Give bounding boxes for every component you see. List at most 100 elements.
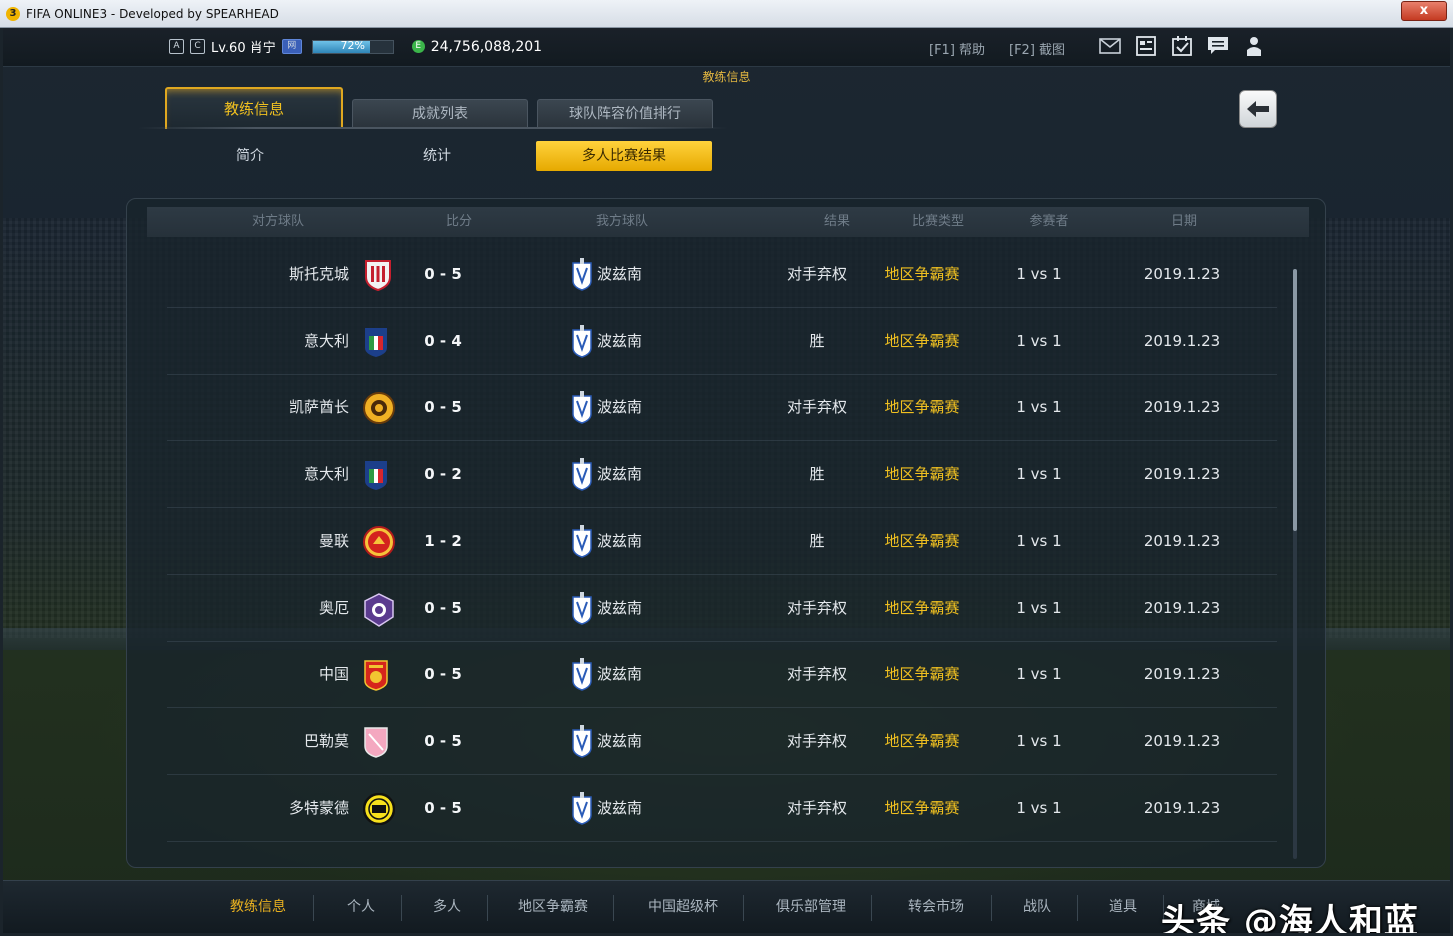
nav-separator [313, 895, 314, 921]
match-participants: 1 vs 1 [1016, 331, 1062, 350]
page-caption: 教练信息 [702, 70, 751, 84]
tab-achievements[interactable]: 成就列表 [352, 99, 528, 128]
match-type: 地区争霸赛 [884, 398, 960, 417]
nav-item[interactable]: 多人 [407, 881, 487, 933]
my-team-name: 波兹南 [597, 265, 643, 283]
subtab-intro[interactable]: 简介 [163, 141, 337, 171]
app-logo-icon: 3 [6, 6, 20, 21]
opponent-team-name: 曼联 [318, 531, 349, 550]
nav-separator [401, 895, 402, 921]
screenshot-link[interactable]: [F2] 截图 [1009, 39, 1065, 58]
tab-coach-info[interactable]: 教练信息 [165, 87, 343, 129]
match-score: 0 - 2 [424, 465, 462, 484]
results-scrollbar[interactable] [1293, 269, 1297, 859]
match-participants: 1 vs 1 [1016, 531, 1062, 550]
match-date: 2019.1.23 [1143, 331, 1221, 350]
xp-label: 72% [340, 38, 365, 52]
table-row[interactable]: 意大利 0 - 4 波兹南 胜 地区争霸赛 1 vs 1 2019.1.23 [167, 308, 1277, 375]
scrollbar-thumb[interactable] [1293, 269, 1297, 531]
nav-separator [991, 895, 992, 921]
nav-item[interactable]: 转会市场 [881, 881, 991, 933]
nav-separator [487, 895, 488, 921]
match-score: 0 - 5 [424, 598, 462, 617]
user-icon[interactable] [1243, 36, 1265, 56]
table-row[interactable]: 多特蒙德 0 - 5 波兹南 对手弃权 地区争霸赛 1 vs 1 2019.1.… [167, 775, 1277, 842]
match-result: 对手弃权 [786, 398, 847, 417]
table-row[interactable]: 凯萨酋长 0 - 5 波兹南 对手弃权 地区争霸赛 1 vs 1 2019.1.… [167, 374, 1277, 442]
opponent-crest-icon [363, 525, 395, 558]
chat-icon[interactable] [1207, 36, 1229, 56]
opponent-team-name: 意大利 [303, 331, 349, 350]
nav-item[interactable]: 中国超级杯 [623, 881, 743, 933]
my-team-name: 波兹南 [597, 331, 643, 350]
nav-item[interactable]: 教练信息 [203, 881, 313, 933]
table-row[interactable]: 巴勒莫 0 - 5 波兹南 对手弃权 地区争霸赛 1 vs 1 2019.1.2… [167, 708, 1277, 775]
match-result: 对手弃权 [786, 665, 847, 684]
opponent-team-name: 中国 [318, 665, 349, 684]
opponent-crest-icon [362, 792, 396, 825]
match-result: 对手弃权 [786, 598, 847, 617]
opponent-team-name: 多特蒙德 [288, 798, 349, 817]
opponent-crest-icon [363, 659, 393, 691]
match-type: 地区争霸赛 [884, 731, 960, 750]
subtab-stats[interactable]: 统计 [350, 141, 524, 171]
match-score: 0 - 5 [424, 398, 462, 417]
match-type: 地区争霸赛 [884, 331, 960, 350]
coin-balance: 24,756,088,201 [430, 38, 543, 55]
table-row[interactable]: 奥厄 0 - 5 波兹南 对手弃权 地区争霸赛 1 vs 1 2019.1.23 [167, 575, 1277, 642]
nav-item[interactable]: 俱乐部管理 [751, 881, 871, 933]
match-type: 地区争霸赛 [884, 598, 960, 617]
match-participants: 1 vs 1 [1016, 398, 1062, 417]
tab-divider [138, 127, 728, 129]
rank-icon: A [169, 39, 184, 54]
nav-separator [613, 895, 614, 921]
mail-icon[interactable] [1099, 36, 1121, 56]
col-score: 比分 [445, 214, 472, 229]
nav-separator [871, 895, 872, 921]
close-button[interactable]: x [1401, 1, 1447, 21]
match-participants: 1 vs 1 [1016, 265, 1062, 283]
table-row[interactable]: 意大利 0 - 2 波兹南 胜 地区争霸赛 1 vs 1 2019.1.23 [167, 441, 1277, 509]
checkin-calendar-icon[interactable] [1171, 36, 1193, 56]
watermark-text: 头条 @海人和蓝 [1161, 902, 1419, 933]
coin-icon: E [411, 40, 425, 53]
match-date: 2019.1.23 [1143, 398, 1221, 417]
table-row[interactable]: 中国 0 - 5 波兹南 对手弃权 地区争霸赛 1 vs 1 2019.1.23 [167, 641, 1277, 709]
my-team-name: 波兹南 [597, 598, 643, 617]
table-header: 对方球队 比分 我方球队 结果 比赛类型 参赛者 日期 [147, 207, 1309, 237]
back-button[interactable] [1239, 90, 1277, 128]
match-participants: 1 vs 1 [1016, 665, 1062, 684]
match-participants: 1 vs 1 [1016, 798, 1062, 817]
match-participants: 1 vs 1 [1016, 731, 1062, 750]
table-row[interactable]: 曼联 1 - 2 波兹南 胜 地区争霸赛 1 vs 1 2019.1.23 [167, 508, 1277, 575]
match-score: 0 - 5 [424, 265, 462, 283]
match-score: 1 - 2 [424, 531, 462, 550]
opponent-team-name: 奥厄 [318, 598, 349, 617]
table-row[interactable]: 斯托克城 0 - 5 波兹南 对手弃权 地区争霸赛 1 vs 1 2019.1.… [167, 241, 1277, 308]
my-team-name: 波兹南 [597, 465, 643, 484]
match-type: 地区争霸赛 [884, 798, 960, 817]
sub-tabs: 简介 统计 多人比赛结果 [163, 141, 763, 171]
main-tabs: 教练信息 成就列表 球队阵容价值排行 [138, 85, 738, 129]
subtab-multiplayer-results[interactable]: 多人比赛结果 [536, 141, 712, 171]
nav-item[interactable]: 道具 [1083, 881, 1163, 933]
opponent-crest-icon [363, 726, 393, 758]
profile-card-icon[interactable] [1135, 36, 1157, 56]
game-screen: A C Lv.60 肖宁 网 72% E 24,756,088,201 [F1]… [3, 28, 1450, 933]
col-date: 日期 [1170, 214, 1197, 229]
opponent-team-name: 巴勒莫 [303, 731, 349, 750]
my-team-name: 波兹南 [597, 798, 643, 817]
nav-item[interactable]: 战队 [997, 881, 1077, 933]
tab-squad-value-ranking[interactable]: 球队阵容价值排行 [537, 99, 713, 128]
opponent-crest-icon [363, 392, 395, 425]
match-date: 2019.1.23 [1143, 798, 1221, 817]
nav-separator [743, 895, 744, 921]
help-link[interactable]: [F1] 帮助 [929, 39, 985, 58]
match-participants: 1 vs 1 [1016, 465, 1062, 484]
match-date: 2019.1.23 [1143, 531, 1221, 550]
opponent-crest-icon [363, 592, 394, 627]
match-result: 胜 [809, 465, 825, 484]
nav-item[interactable]: 地区争霸赛 [493, 881, 613, 933]
nav-item[interactable]: 个人 [321, 881, 401, 933]
match-result: 对手弃权 [786, 265, 847, 283]
